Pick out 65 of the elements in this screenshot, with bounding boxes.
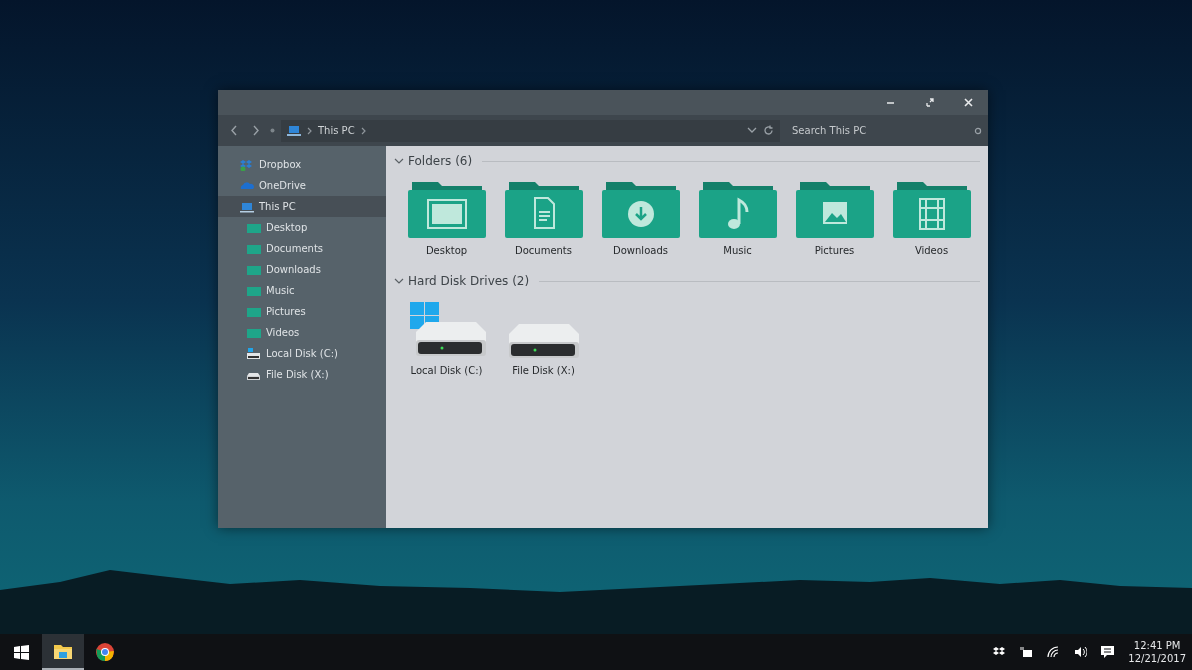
folder-picture-icon: [795, 182, 874, 238]
laptop-icon: [240, 200, 254, 213]
restore-icon: [924, 97, 935, 108]
folder-download-icon: [601, 182, 680, 238]
folder-film-icon: [892, 182, 971, 238]
close-icon: [963, 97, 974, 108]
sidebar-item[interactable]: Music: [218, 280, 386, 301]
folder-icon: [247, 326, 261, 339]
cloud-icon: [240, 179, 254, 192]
wifi-icon: [1047, 646, 1061, 658]
taskbar-app[interactable]: [42, 634, 84, 670]
back-icon: [230, 125, 238, 136]
chevron-down-icon: [394, 157, 404, 165]
sidebar-item[interactable]: Local Disk (C:): [218, 343, 386, 364]
laptop-icon: [287, 125, 301, 136]
folder-icon: [247, 221, 261, 234]
folder-icon: [247, 284, 261, 297]
folder-document-icon: [504, 182, 583, 238]
address-bar[interactable]: This PC: [281, 119, 780, 142]
sidebar-item[interactable]: Pictures: [218, 301, 386, 322]
sidebar-item[interactable]: Desktop: [218, 217, 386, 238]
dropdown-icon: [747, 127, 757, 134]
drive-icon: [247, 347, 261, 360]
clock-time[interactable]: 12:41 PM: [1128, 638, 1186, 652]
folder-tile[interactable]: File Disk (X:): [495, 302, 592, 378]
sidebar-item[interactable]: Documents: [218, 238, 386, 259]
browser-icon: [95, 642, 115, 662]
sidebar-item[interactable]: This PC: [218, 196, 386, 217]
forward-icon: [252, 125, 260, 136]
folder-tile[interactable]: Music: [689, 182, 786, 258]
expand-toggle[interactable]: [394, 157, 404, 165]
sidebar-item[interactable]: Videos: [218, 322, 386, 343]
volume-icon: [1074, 646, 1088, 658]
folder-music-icon: [698, 182, 777, 238]
folder-tile[interactable]: Desktop: [398, 182, 495, 258]
windows-icon: [13, 644, 29, 660]
sidebar-item[interactable]: Dropbox: [218, 154, 386, 175]
breadcrumb-link[interactable]: This PC: [318, 123, 355, 138]
sidebar-item[interactable]: File Disk (X:): [218, 364, 386, 385]
expand-toggle[interactable]: [394, 277, 404, 285]
chevron-icon: [360, 126, 366, 135]
folder-tile[interactable]: Videos: [883, 182, 980, 258]
group-header: Hard Disk Drives (2): [408, 273, 530, 290]
folder-tile[interactable]: Downloads: [592, 182, 689, 258]
chevron-icon: [307, 126, 312, 135]
sidebar-item[interactable]: Downloads: [218, 259, 386, 280]
chevron-down-icon: [394, 277, 404, 285]
folder-tile[interactable]: Local Disk (C:): [398, 302, 495, 378]
sidebar-item[interactable]: OneDrive: [218, 175, 386, 196]
folder-tile[interactable]: Documents: [495, 182, 592, 258]
dropbox-icon: [993, 646, 1007, 658]
drive-windows-icon: [407, 302, 486, 358]
folder-tile[interactable]: Pictures: [786, 182, 883, 258]
folder-icon: [247, 305, 261, 318]
clock-date[interactable]: 12/21/2017: [1128, 652, 1186, 666]
search-icon: [974, 126, 982, 135]
folder-monitor-icon: [407, 182, 486, 238]
group-header: Folders (6): [408, 153, 473, 170]
drive-icon: [508, 324, 579, 358]
dot-icon: [270, 128, 275, 133]
folder-icon: [247, 263, 261, 276]
message-icon: [1101, 646, 1115, 658]
refresh-icon: [763, 125, 774, 136]
folder-icon: [247, 242, 261, 255]
dropbox-icon: [240, 158, 254, 171]
